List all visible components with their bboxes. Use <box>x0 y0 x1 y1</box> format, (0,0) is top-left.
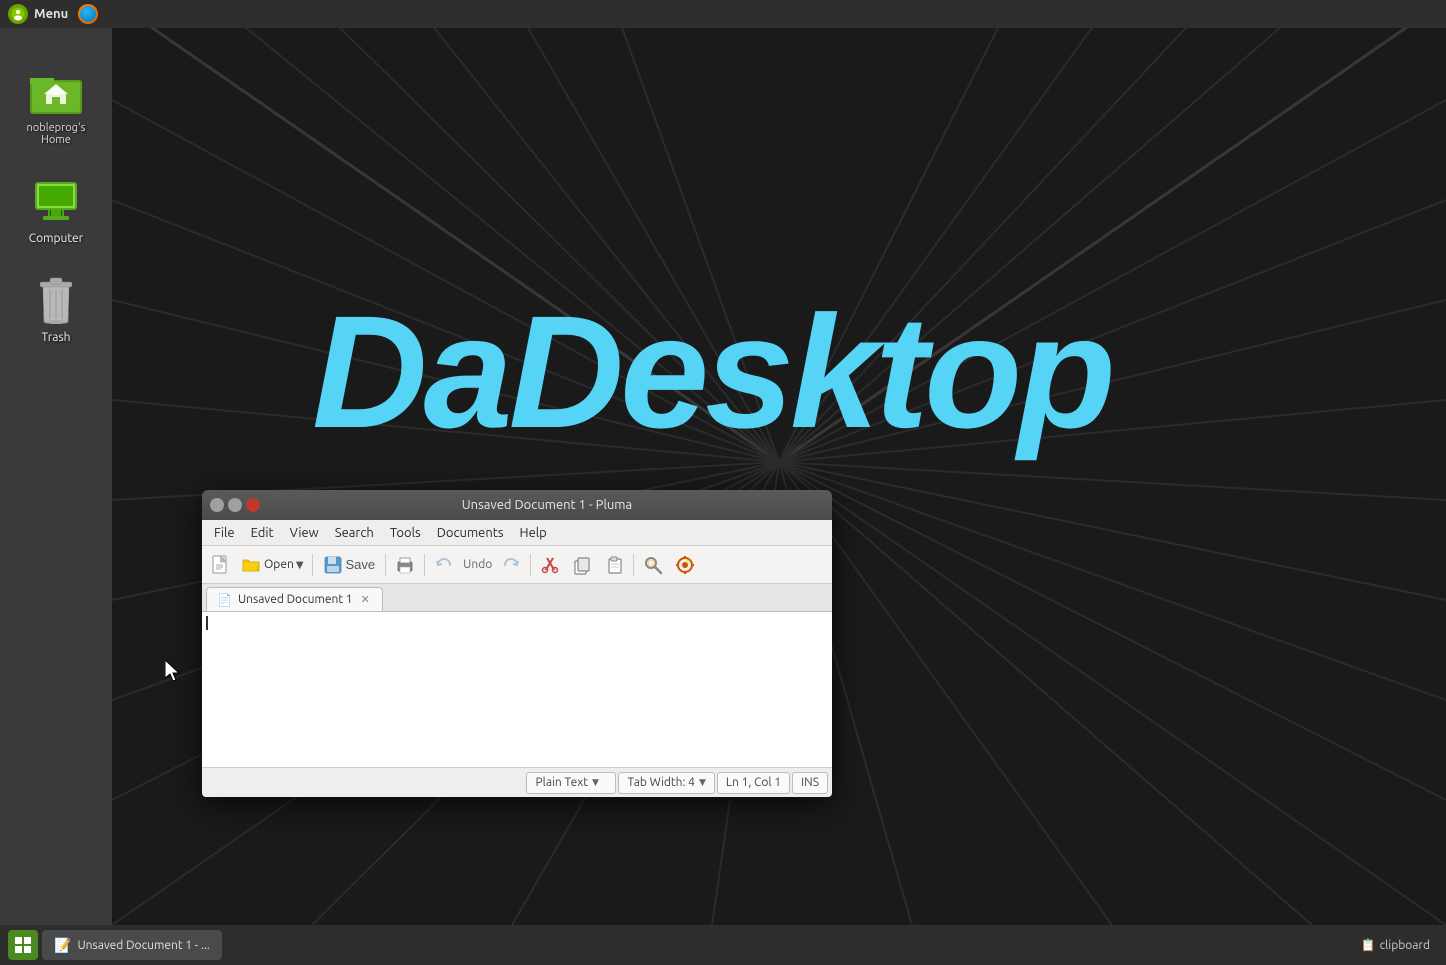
document-tab[interactable]: 📄 Unsaved Document 1 ✕ <box>206 587 383 611</box>
toolbar-undo-button[interactable] <box>429 550 459 580</box>
taskbar-pluma-button[interactable]: 📝 Unsaved Document 1 - ... <box>42 930 222 960</box>
trash-icon-label: Trash <box>41 331 70 344</box>
menu-help[interactable]: Help <box>512 524 555 542</box>
clipboard-label: clipboard <box>1380 939 1430 952</box>
tab-label: Unsaved Document 1 <box>238 593 353 606</box>
mode-label: INS <box>801 776 819 789</box>
toolbar-redo-button[interactable] <box>496 550 526 580</box>
menu-file[interactable]: File <box>206 524 243 542</box>
menu-search[interactable]: Search <box>327 524 382 542</box>
language-label: Plain Text <box>535 776 588 789</box>
window-buttons <box>210 498 260 512</box>
tab-width-label: Tab Width: 4 <box>627 776 694 789</box>
pluma-titlebar: Unsaved Document 1 - Pluma <box>202 490 832 520</box>
insert-mode: INS <box>792 772 828 794</box>
clipboard-icon: 📋 <box>1361 938 1376 952</box>
toolbar-find-button[interactable] <box>638 550 668 580</box>
toolbar-tools-button[interactable] <box>670 550 700 580</box>
toolbar-sep-4 <box>530 554 531 576</box>
pluma-statusbar: Plain Text ▼ Tab Width: 4 ▼ Ln 1, Col 1 … <box>202 767 832 797</box>
toolbar-cut-button[interactable] <box>535 550 565 580</box>
menu-tools[interactable]: Tools <box>382 524 429 542</box>
taskbar: 📝 Unsaved Document 1 - ... 📋 clipboard <box>0 925 1446 965</box>
tab-close-button[interactable]: ✕ <box>359 592 372 607</box>
pluma-menubar: File Edit View Search Tools Documents He… <box>202 520 832 546</box>
close-button[interactable] <box>246 498 260 512</box>
clipboard-item[interactable]: 📋 clipboard <box>1353 938 1438 952</box>
taskbar-window-label: Unsaved Document 1 - ... <box>77 939 209 952</box>
pluma-tabs: 📄 Unsaved Document 1 ✕ <box>202 584 832 612</box>
toolbar-sep-2 <box>385 554 386 576</box>
cursor-position: Ln 1, Col 1 <box>717 772 790 794</box>
computer-icon-label: Computer <box>29 232 83 245</box>
trash-icon-image <box>30 275 82 327</box>
toolbar-paste-button[interactable] <box>599 550 629 580</box>
toolbar-new-button[interactable] <box>206 550 236 580</box>
menu-edit[interactable]: Edit <box>243 524 282 542</box>
minimize-button[interactable] <box>210 498 224 512</box>
toolbar-sep-3 <box>424 554 425 576</box>
home-folder-icon[interactable]: nobleprog's Home <box>11 66 101 146</box>
language-dropdown-arrow: ▼ <box>592 777 599 788</box>
toolbar-print-button[interactable] <box>390 550 420 580</box>
home-icon-label: nobleprog's Home <box>11 122 101 146</box>
toolbar-sep-5 <box>633 554 634 576</box>
tab-width-selector[interactable]: Tab Width: 4 ▼ <box>618 772 714 794</box>
taskbar-start-button[interactable] <box>8 930 38 960</box>
menu-label[interactable]: Menu <box>34 7 68 21</box>
taskbar-right: 📋 clipboard <box>1353 938 1438 952</box>
sidebar: nobleprog's Home Computer <box>0 28 112 925</box>
computer-icon-image <box>30 176 82 228</box>
home-folder-image <box>30 66 82 118</box>
computer-icon[interactable]: Computer <box>11 176 101 245</box>
taskbar-pluma-icon: 📝 <box>54 937 71 954</box>
text-cursor <box>206 616 208 630</box>
firefox-icon[interactable] <box>78 4 98 24</box>
maximize-button[interactable] <box>228 498 242 512</box>
menu-documents[interactable]: Documents <box>429 524 512 542</box>
topbar: Menu <box>0 0 1446 28</box>
toolbar-copy-button[interactable] <box>567 550 597 580</box>
position-label: Ln 1, Col 1 <box>726 776 781 789</box>
menu-view[interactable]: View <box>282 524 327 542</box>
pluma-editor[interactable] <box>202 612 832 767</box>
toolbar-open-button[interactable]: Open ▼ <box>238 550 308 580</box>
pluma-window: Unsaved Document 1 - Pluma File Edit Vie… <box>202 490 832 797</box>
toolbar-sep-1 <box>312 554 313 576</box>
desktop: DaDesktop Unsaved Document 1 - Pluma Fil… <box>112 0 1446 925</box>
window-title: Unsaved Document 1 - Pluma <box>270 498 824 512</box>
trash-icon[interactable]: Trash <box>11 275 101 344</box>
pluma-toolbar: Open ▼ Save <box>202 546 832 584</box>
language-selector[interactable]: Plain Text ▼ <box>526 772 616 794</box>
tab-width-dropdown-arrow: ▼ <box>699 777 706 788</box>
toolbar-save-button[interactable]: Save <box>317 550 382 580</box>
topbar-logo-icon <box>8 4 28 24</box>
tab-document-icon: 📄 <box>217 593 232 607</box>
